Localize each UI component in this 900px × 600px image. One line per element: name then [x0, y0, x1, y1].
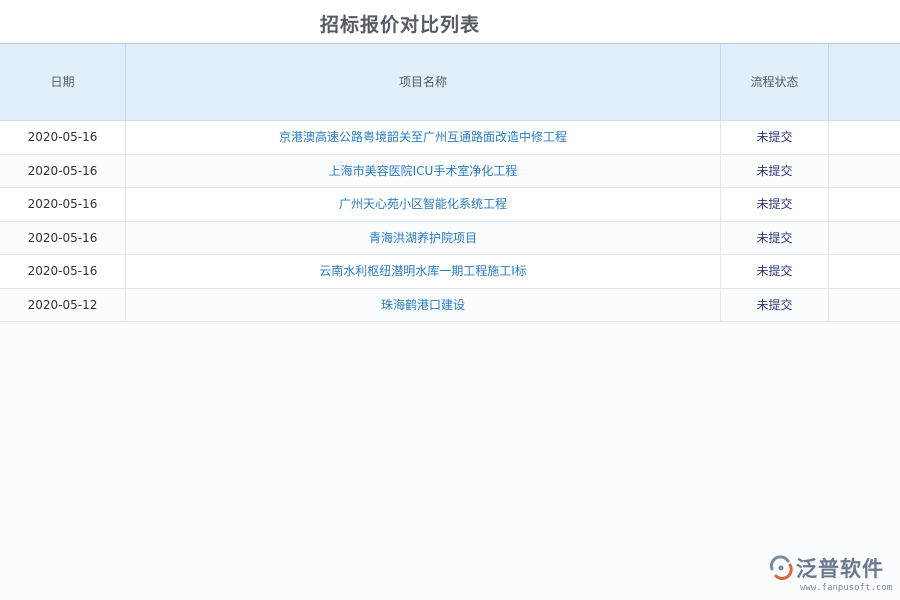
- table-header: 日期 项目名称 流程状态: [0, 43, 900, 121]
- brand-name: 泛普软件: [796, 553, 884, 583]
- cell-date: 2020-05-16: [0, 121, 126, 154]
- table-row[interactable]: 2020-05-16 广州天心苑小区智能化系统工程 未提交: [0, 188, 900, 222]
- cell-status: 未提交: [721, 121, 829, 154]
- cell-status: 未提交: [721, 222, 829, 255]
- cell-project-name-link[interactable]: 京港澳高速公路粤境韶关至广州互通路面改造中修工程: [126, 121, 721, 154]
- table-row[interactable]: 2020-05-16 上海市美容医院ICU手术室净化工程 未提交: [0, 155, 900, 189]
- cell-status: 未提交: [721, 255, 829, 288]
- cell-status: 未提交: [721, 155, 829, 188]
- brand-url: www.fanpusoft.com: [800, 583, 892, 593]
- cell-project-name-link[interactable]: 珠海鹤港口建设: [126, 289, 721, 322]
- comparison-table: 日期 项目名称 流程状态 2020-05-16 京港澳高速公路粤境韶关至广州互通…: [0, 43, 900, 600]
- column-header-date[interactable]: 日期: [0, 44, 126, 121]
- cell-extra: [829, 289, 900, 322]
- table-row[interactable]: 2020-05-16 京港澳高速公路粤境韶关至广州互通路面改造中修工程 未提交: [0, 121, 900, 155]
- cell-extra: [829, 188, 900, 221]
- cell-extra: [829, 121, 900, 154]
- fanpu-logo-icon: [768, 555, 794, 581]
- column-header-extra: [829, 44, 900, 121]
- cell-date: 2020-05-16: [0, 222, 126, 255]
- cell-project-name-link[interactable]: 上海市美容医院ICU手术室净化工程: [126, 155, 721, 188]
- cell-project-name-link[interactable]: 云南水利枢纽潜明水库一期工程施工I标: [126, 255, 721, 288]
- cell-date: 2020-05-16: [0, 188, 126, 221]
- column-header-project-name[interactable]: 项目名称: [126, 44, 721, 121]
- page-title: 招标报价对比列表: [320, 10, 480, 37]
- cell-status: 未提交: [721, 188, 829, 221]
- table-row[interactable]: 2020-05-12 珠海鹤港口建设 未提交: [0, 289, 900, 323]
- cell-project-name-link[interactable]: 青海洪湖养护院项目: [126, 222, 721, 255]
- column-header-status[interactable]: 流程状态: [721, 44, 829, 121]
- page-title-bar: 招标报价对比列表: [0, 0, 900, 44]
- cell-extra: [829, 222, 900, 255]
- cell-date: 2020-05-16: [0, 155, 126, 188]
- brand-watermark: 泛普软件 www.fanpusoft.com: [768, 553, 894, 597]
- cell-date: 2020-05-12: [0, 289, 126, 322]
- cell-status: 未提交: [721, 289, 829, 322]
- cell-extra: [829, 255, 900, 288]
- cell-project-name-link[interactable]: 广州天心苑小区智能化系统工程: [126, 188, 721, 221]
- cell-date: 2020-05-16: [0, 255, 126, 288]
- table-body: 2020-05-16 京港澳高速公路粤境韶关至广州互通路面改造中修工程 未提交 …: [0, 121, 900, 322]
- table-row[interactable]: 2020-05-16 云南水利枢纽潜明水库一期工程施工I标 未提交: [0, 255, 900, 289]
- cell-extra: [829, 155, 900, 188]
- table-row[interactable]: 2020-05-16 青海洪湖养护院项目 未提交: [0, 222, 900, 256]
